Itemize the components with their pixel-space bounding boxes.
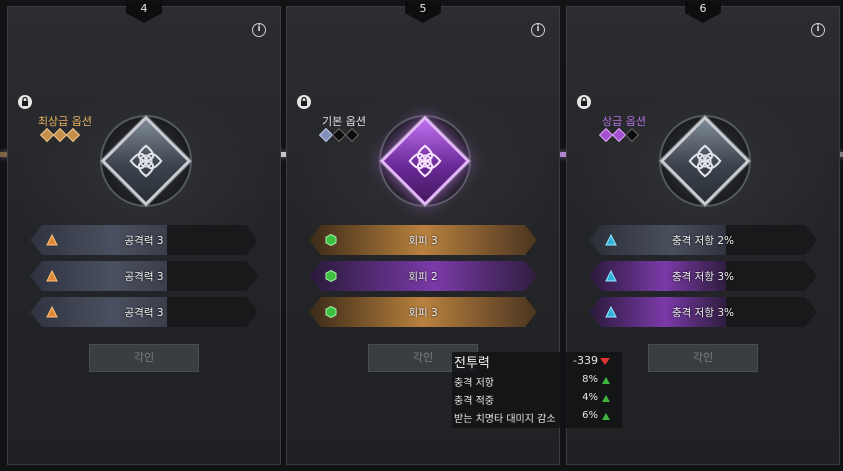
option-slot[interactable]: 회피 3 [309,297,537,327]
arrow-up-icon [602,413,610,420]
option-slots: 회피 3 회피 2 회피 3 [309,225,537,333]
option-slot-label: 공격력 3 [124,307,164,319]
option-tier-title: 최상급 옵션 [37,115,93,128]
option-slots: 충격 저항 2% 충격 저항 3% 충격 저항 3% [589,225,817,333]
option-slot[interactable]: 충격 저항 3% [589,261,817,291]
info-icon[interactable]: i [811,23,825,37]
option-panel-4: 4 i 최상급 옵션 공격력 3 공격력 3 공격력 3 각인 [7,1,281,465]
lock-icon[interactable] [18,95,32,109]
option-slot-label: 충격 저항 3% [672,271,734,283]
panel-number: 6 [685,1,721,23]
engrave-button[interactable]: 각인 [89,344,199,372]
gem-icon [65,127,81,143]
option-slot-label: 충격 저항 2% [672,235,734,247]
stat-label: 충격 저항 [454,378,494,389]
option-slot[interactable]: 공격력 3 [30,261,258,291]
arrow-up-icon [602,395,610,402]
option-slot-label: 회피 3 [408,307,438,319]
arrow-down-icon [600,358,610,365]
option-slot-label: 회피 2 [408,271,438,283]
option-slot[interactable]: 충격 저항 2% [589,225,817,255]
option-tier-title: 기본 옵션 [322,115,366,128]
stat-value: 6% [582,410,598,421]
gem-icon [344,127,360,143]
stat-row: 충격 저항 8% [452,374,622,390]
lock-icon[interactable] [297,95,311,109]
option-slot[interactable]: 공격력 3 [30,297,258,327]
panel-number: 5 [405,1,441,23]
arrow-up-icon [602,377,610,384]
info-icon[interactable]: i [531,23,545,37]
option-slot[interactable]: 회피 3 [309,225,537,255]
tier-gems [39,127,81,143]
tier-gems [598,127,640,143]
gem-icon [624,127,640,143]
option-tier-title: 상급 옵션 [602,115,646,128]
lock-icon[interactable] [577,95,591,109]
combat-power-row: 전투력 -339 [452,352,622,371]
info-icon[interactable]: i [252,23,266,37]
option-slot[interactable]: 공격력 3 [30,225,258,255]
stat-change-tooltip: 전투력 -339 충격 저항 8% 충격 적중 4% 받는 치명타 대미지 감소… [452,352,622,428]
option-slot[interactable]: 회피 2 [309,261,537,291]
stat-value: 8% [582,374,598,385]
stat-row: 받는 치명타 대미지 감소 6% [452,410,622,426]
stat-label: 받는 치명타 대미지 감소 [454,414,556,425]
option-slot-label: 회피 3 [408,235,438,247]
panel-number: 4 [126,1,162,23]
option-slot-label: 공격력 3 [124,235,164,247]
stat-label: 충격 적중 [454,396,494,407]
stat-row: 충격 적중 4% [452,392,622,408]
stat-label: 전투력 [454,356,490,371]
stat-value: 4% [582,392,598,403]
option-slot[interactable]: 충격 저항 3% [589,297,817,327]
stat-value: -339 [573,354,598,367]
tier-gems [318,127,360,143]
option-slots: 공격력 3 공격력 3 공격력 3 [30,225,258,333]
option-slot-label: 공격력 3 [124,271,164,283]
engrave-button[interactable]: 각인 [648,344,758,372]
option-slot-label: 충격 저항 3% [672,307,734,319]
